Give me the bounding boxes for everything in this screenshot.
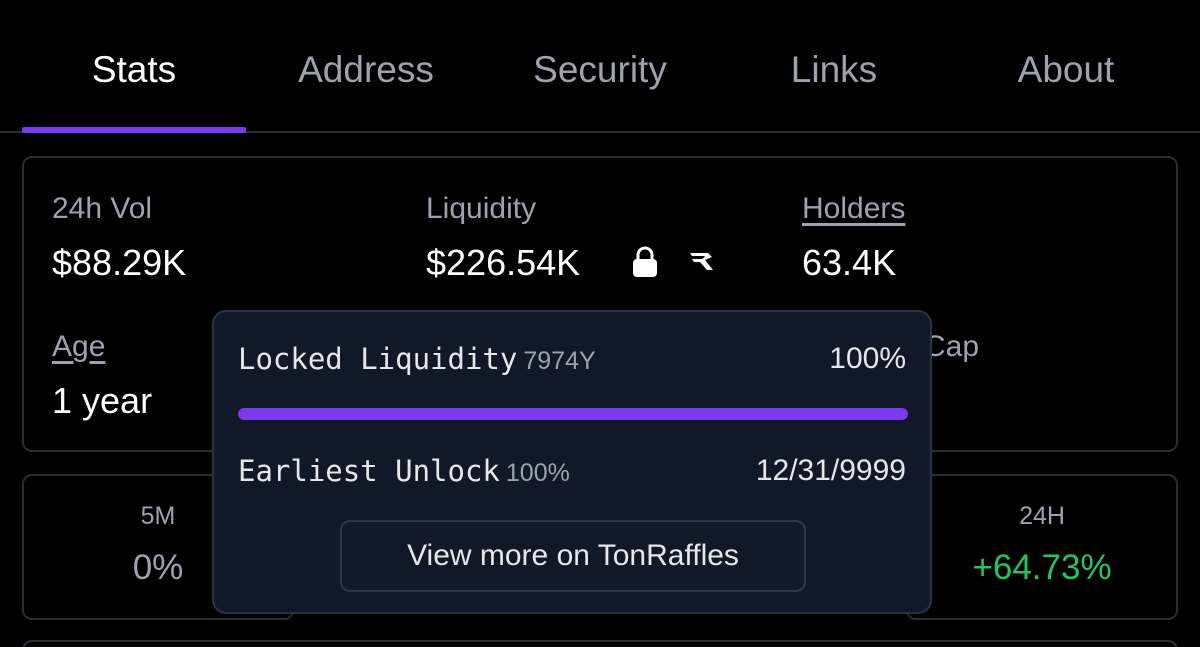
tab-security[interactable]: Security	[484, 48, 716, 96]
volume-label: 24h Vol	[52, 192, 153, 225]
market-cap-label: Cap	[924, 330, 980, 363]
age-value: 1 year	[52, 380, 153, 421]
tab-about[interactable]: About	[952, 48, 1180, 96]
tab-links[interactable]: Links	[718, 48, 950, 96]
tonraffles-logo-icon[interactable]	[688, 250, 716, 272]
change-value-24h: +64.73%	[972, 548, 1112, 587]
earliest-unlock-label: Earliest Unlock	[238, 454, 500, 488]
tab-stats[interactable]: Stats	[22, 48, 246, 96]
liquidity-value: $226.54K	[426, 242, 581, 283]
lock-icon[interactable]	[632, 246, 658, 278]
tab-address[interactable]: Address	[250, 48, 482, 96]
change-card-24h[interactable]: 24H +64.73%	[906, 474, 1178, 620]
active-tab-indicator	[22, 127, 246, 133]
locked-duration: 7974Y	[523, 347, 596, 375]
locked-liquidity-popover: Locked Liquidity 7974Y 100% Earliest Unlo…	[212, 310, 932, 614]
locked-progress-bar	[238, 408, 908, 420]
volume-value: $88.29K	[52, 242, 187, 283]
locked-progress-fill	[238, 408, 908, 420]
earliest-unlock-row: Earliest Unlock 100%	[238, 454, 570, 488]
locked-liquidity-label: Locked Liquidity	[238, 342, 518, 376]
locked-liquidity-row: Locked Liquidity 7974Y	[238, 342, 596, 376]
unlock-date: 12/31/9999	[755, 454, 906, 487]
liquidity-label: Liquidity	[426, 192, 537, 225]
tab-bar: Stats Address Security Links About	[0, 0, 1200, 133]
view-on-tonraffles-button[interactable]: View more on TonRaffles	[340, 520, 806, 592]
change-label-24h: 24H	[1019, 502, 1065, 530]
token-stats-page: Stats Address Security Links About 24h V…	[0, 0, 1200, 647]
transactions-row	[22, 640, 1178, 647]
locked-percent: 100%	[829, 342, 906, 375]
age-link[interactable]: Age	[52, 330, 105, 364]
holders-link[interactable]: Holders	[802, 192, 905, 226]
unlock-percent: 100%	[505, 459, 570, 487]
holders-value: 63.4K	[802, 242, 897, 283]
